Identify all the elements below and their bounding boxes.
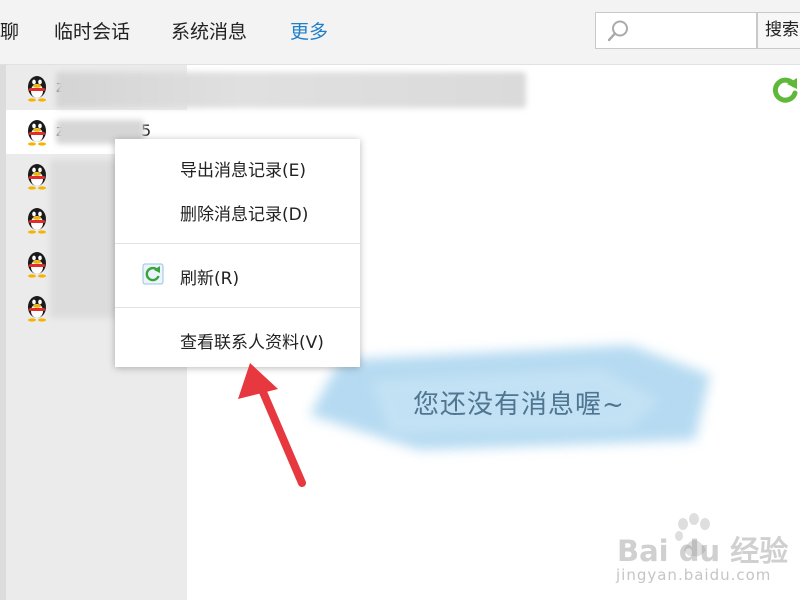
menu-item-export-history[interactable]: 导出消息记录(E) xyxy=(115,147,360,187)
search-button[interactable]: 搜索 xyxy=(757,12,800,49)
menu-separator xyxy=(115,243,360,244)
qq-penguin-icon xyxy=(24,162,50,190)
tab-system-messages[interactable]: 系统消息 xyxy=(171,19,247,45)
watermark-brand: Bai du 经验 xyxy=(617,534,789,568)
search-input[interactable] xyxy=(636,17,750,46)
empty-state-text: 您还没有消息喔~ xyxy=(413,390,625,420)
tab-chat[interactable]: 聊 xyxy=(0,19,19,45)
menu-item-view-contact-profile[interactable]: 查看联系人资料(V) xyxy=(115,319,360,359)
menu-item-refresh[interactable]: 刷新(R) xyxy=(115,255,360,295)
blurred-name-region xyxy=(56,72,526,108)
menu-item-delete-history[interactable]: 删除消息记录(D) xyxy=(115,191,360,231)
qq-penguin-icon xyxy=(24,206,50,234)
refresh-icon[interactable] xyxy=(772,76,800,104)
refresh-icon xyxy=(142,263,164,285)
watermark-url: jingyan.baidu.com xyxy=(616,566,772,584)
tab-more[interactable]: 更多 xyxy=(290,19,328,45)
context-menu: 导出消息记录(E) 删除消息记录(D) 刷新(R) 查看联系人资料(V) xyxy=(115,139,360,367)
qq-penguin-icon xyxy=(24,294,50,322)
tab-temporary-chat[interactable]: 临时会话 xyxy=(54,19,130,45)
menu-separator xyxy=(115,307,360,308)
qq-penguin-icon xyxy=(24,118,50,146)
annotation-arrow-icon xyxy=(238,363,306,487)
search-box xyxy=(595,12,757,49)
qq-penguin-icon xyxy=(24,250,50,278)
search-icon xyxy=(607,20,628,42)
top-tab-bar: 聊 临时会话 系统消息 更多 搜索 xyxy=(0,0,800,65)
qq-penguin-icon xyxy=(24,74,50,102)
